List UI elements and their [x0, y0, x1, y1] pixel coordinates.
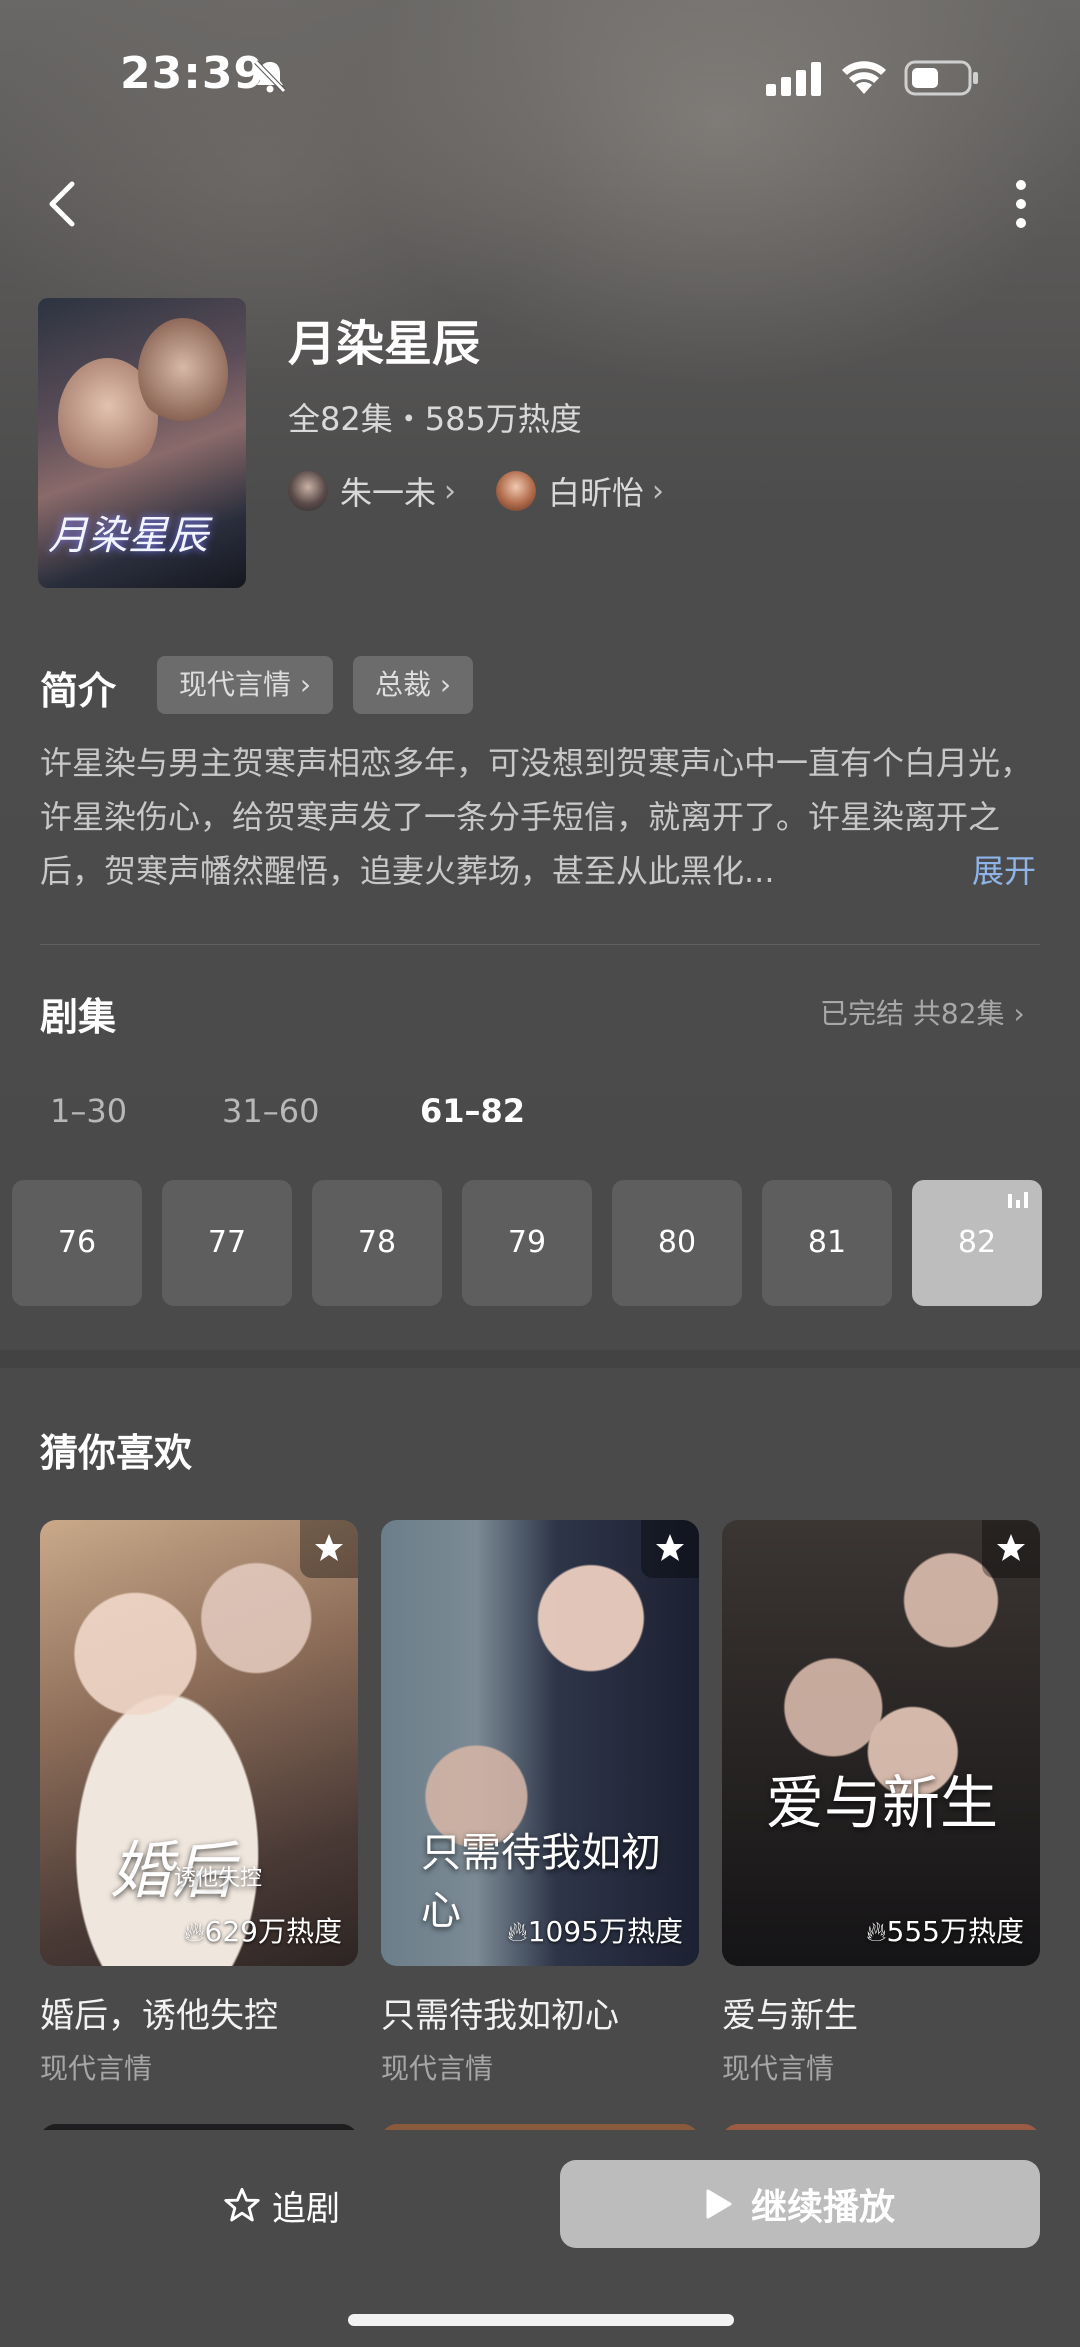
section-separator [0, 1350, 1080, 1368]
heat-value: 629万热度 [204, 1915, 342, 1948]
bell-muted-icon [254, 60, 286, 93]
heat-value: 555万热度 [886, 1915, 1024, 1948]
status-bar: 23:39 [0, 0, 1080, 150]
heat-value: 1095万热度 [527, 1915, 683, 1948]
play-label: 继续播放 [750, 2187, 895, 2228]
recommend-cover: 只需待我如初心 🔥︎1095万热度 [381, 1520, 699, 1966]
episodes-status: 已完结 共82集 [820, 997, 1005, 1030]
home-indicator [348, 2314, 734, 2326]
episode-button-current[interactable]: 82 [912, 1180, 1042, 1306]
signal-icon [766, 62, 821, 96]
recommend-card[interactable]: 只需待我如初心 🔥︎1095万热度 只需待我如初心 现代言情 [381, 1520, 699, 2087]
recommend-cover: 婚后 诱他失控 🔥︎629万热度 [40, 1520, 358, 1966]
recommend-cover: 爱与新生 🔥︎555万热度 [722, 1520, 1040, 1966]
star-icon [656, 1534, 684, 1561]
expand-link[interactable]: 展开 [972, 844, 1036, 898]
back-icon[interactable] [40, 176, 88, 232]
episode-button[interactable]: 80 [612, 1180, 742, 1306]
heat-badge: 🔥︎555万热度 [866, 1910, 1024, 1950]
recommend-card[interactable]: 婚后 诱他失控 🔥︎629万热度 婚后，诱他失控 现代言情 [40, 1520, 358, 2087]
recommend-genre: 现代言情 [381, 2052, 494, 2085]
recommend-genre: 现代言情 [40, 2052, 153, 2085]
continue-play-button[interactable]: 继续播放 [560, 2160, 1040, 2248]
episode-button[interactable]: 77 [162, 1180, 292, 1306]
star-icon [315, 1534, 343, 1561]
tag-label: 总裁 [375, 668, 432, 701]
episode-button[interactable]: 78 [312, 1180, 442, 1306]
avatar [288, 471, 328, 511]
recommend-title: 只需待我如初心 [381, 1996, 619, 2036]
play-icon [706, 2189, 732, 2219]
genre-tag[interactable]: 总裁 › [353, 656, 474, 714]
poster-art [138, 318, 228, 428]
cover-title: 爱与新生 [766, 1769, 999, 1837]
recommend-card[interactable]: 爱与新生 🔥︎555万热度 爱与新生 现代言情 [722, 1520, 1040, 2087]
synopsis-text: 许星染与男主贺寒声相恋多年，可没想到贺寒声心中一直有个白月光，许星染伤心，给贺寒… [40, 744, 1033, 890]
chevron-right-icon: › [652, 473, 665, 509]
star-outline-icon [224, 2187, 260, 2222]
episodes-status-link[interactable]: 已完结 共82集 › [820, 992, 1025, 1032]
genre-tag[interactable]: 现代言情 › [157, 656, 334, 714]
episode-button[interactable]: 79 [462, 1180, 592, 1306]
recommend-title: 婚后，诱他失控 [40, 1996, 278, 2036]
flame-icon: 🔥︎ [507, 1915, 528, 1948]
playing-bars-icon [1008, 1192, 1028, 1208]
heat-badge: 🔥︎1095万热度 [507, 1910, 683, 1950]
flame-icon: 🔥︎ [183, 1915, 205, 1948]
recommend-genre: 现代言情 [722, 2052, 835, 2085]
drama-poster[interactable]: 月染星辰 [38, 298, 246, 588]
recommend-title: 爱与新生 [722, 1996, 858, 2036]
intro-heading: 简介 [40, 669, 117, 713]
divider [40, 944, 1040, 945]
wifi-icon [842, 61, 886, 94]
favorite-button[interactable] [982, 1520, 1040, 1578]
episode-button[interactable]: 76 [12, 1180, 142, 1306]
chevron-right-icon: › [439, 668, 452, 701]
battery-icon [904, 60, 978, 96]
favorite-button[interactable] [641, 1520, 699, 1578]
episodes-heading: 剧集 [40, 995, 117, 1039]
more-icon[interactable] [1004, 176, 1038, 232]
chevron-right-icon: › [444, 473, 457, 509]
actor-name: 朱一未 [340, 474, 437, 512]
actor-link[interactable]: 白昕怡 › [496, 466, 664, 516]
chevron-right-icon: › [299, 668, 312, 701]
episode-number: 82 [957, 1225, 997, 1260]
range-tab[interactable]: 1–30 [50, 1092, 127, 1130]
range-tab-active[interactable]: 61–82 [420, 1092, 525, 1130]
poster-title: 月染星辰 [48, 513, 208, 559]
avatar [496, 471, 536, 511]
recommend-heading: 猜你喜欢 [40, 1431, 193, 1475]
favorite-button[interactable] [300, 1520, 358, 1578]
heat-badge: 🔥︎629万热度 [184, 1910, 342, 1950]
drama-meta: 全82集・585万热度 [288, 400, 582, 438]
range-tab[interactable]: 31–60 [222, 1092, 319, 1130]
actor-link[interactable]: 朱一未 › [288, 466, 456, 516]
drama-title: 月染星辰 [288, 316, 481, 372]
star-icon [997, 1534, 1025, 1561]
cover-subtitle: 诱他失控 [174, 1866, 263, 1891]
follow-label: 追剧 [272, 2188, 340, 2229]
episode-button[interactable]: 81 [762, 1180, 892, 1306]
chevron-right-icon: › [1013, 997, 1025, 1030]
actor-name: 白昕怡 [548, 474, 645, 512]
flame-icon: 🔥︎ [865, 1915, 887, 1948]
tag-label: 现代言情 [179, 668, 292, 701]
status-time: 23:39 [120, 48, 266, 99]
follow-button[interactable]: 追剧 [224, 2180, 340, 2230]
